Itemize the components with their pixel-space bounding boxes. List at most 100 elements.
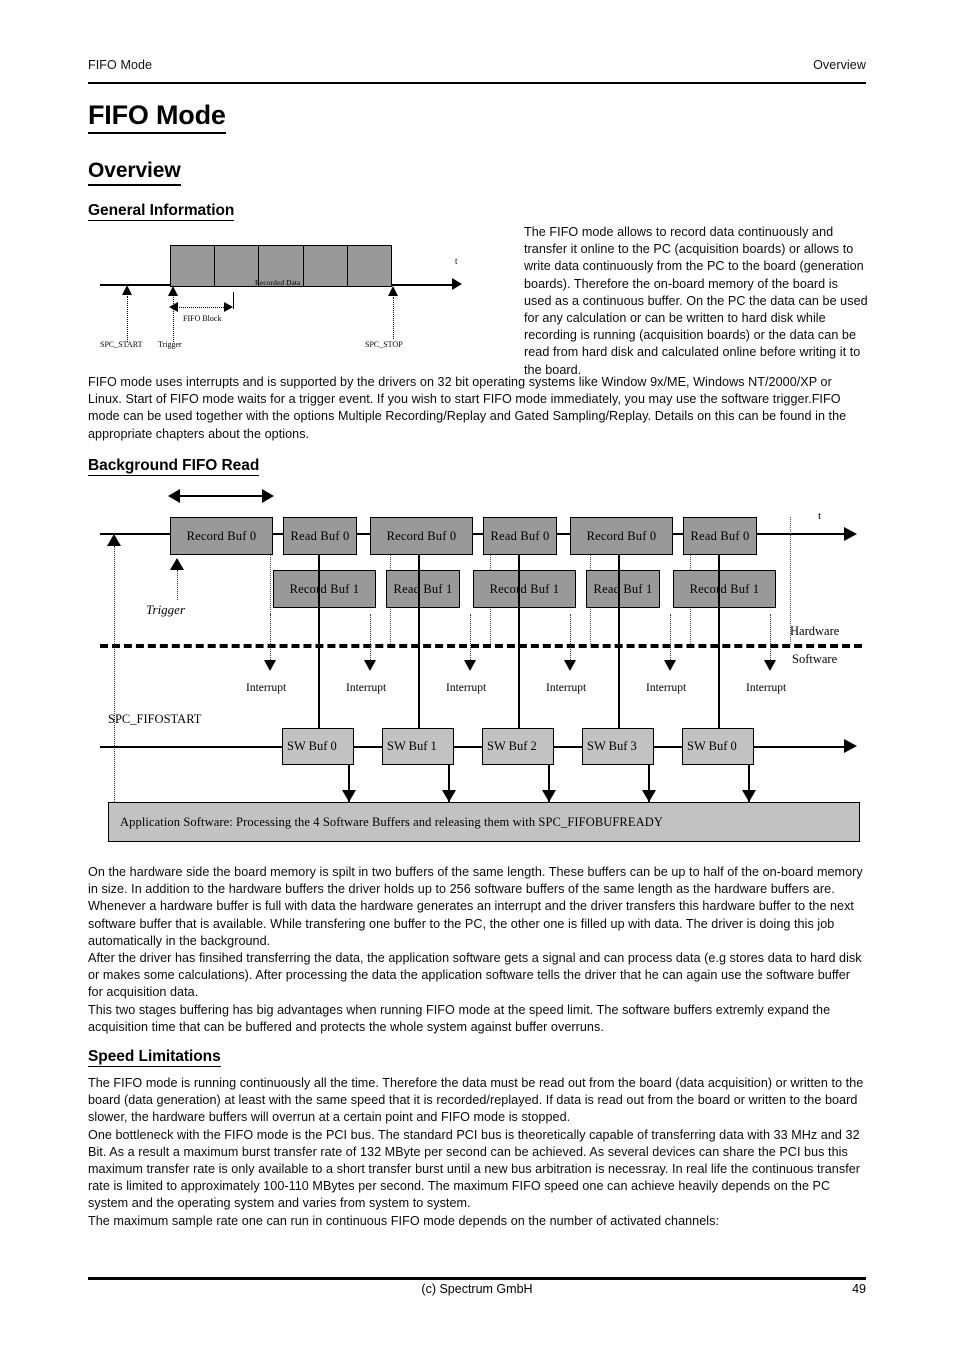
block-cell [215, 246, 260, 286]
interrupt-leader [370, 614, 371, 664]
footer-page-number: 49 [852, 1282, 866, 1296]
subsection-background-fifo-read: Background FIFO Read [88, 457, 260, 476]
paragraph-line: This two stages buffering has big advant… [88, 1002, 831, 1034]
hw-buffer-box: Record Buf 1 [673, 570, 776, 608]
interrupt-label: Interrupt [346, 682, 387, 694]
page-title: FIFO Mode [88, 100, 226, 135]
trigger-leader [176, 570, 178, 600]
app-arrowhead-icon [341, 790, 356, 802]
intro-paragraph: The FIFO mode allows to record data cont… [524, 225, 868, 377]
interrupt-label: Interrupt [546, 682, 587, 694]
running-head-right: Overview [813, 58, 866, 72]
spc-start-arrow-icon [122, 285, 132, 295]
hw-to-sw-transfer-line [518, 555, 520, 752]
spc-stop-arrow-icon [388, 286, 398, 296]
hw-buffer-box: Read Buf 1 [386, 570, 460, 608]
interrupt-arrowhead-icon [464, 660, 476, 671]
hw-buffer-box: Read Buf 0 [683, 517, 757, 555]
hw-to-sw-transfer-line [318, 555, 320, 752]
block-cell [171, 246, 216, 286]
application-software-bar: Application Software: Processing the 4 S… [108, 802, 860, 842]
running-head-left: FIFO Mode [88, 58, 153, 72]
running-head: FIFO Mode Overview [88, 58, 866, 72]
interrupt-arrowhead-icon [764, 660, 776, 671]
hw-buffer-box: Record Buf 1 [473, 570, 576, 608]
hw-buffer-box: Read Buf 0 [483, 517, 557, 555]
block-cell [348, 246, 391, 286]
fifo-block-label: FIFO Block [183, 314, 222, 323]
hw-axis-start-leader [113, 546, 115, 816]
interrupt-leader [770, 614, 771, 664]
diagram-background-fifo-read: t Trigger Record Buf 0 Read Buf 0 Record… [100, 484, 862, 850]
trigger-label: Trigger [146, 602, 186, 617]
buffer-length-arrow-right-icon [262, 489, 274, 503]
speed-limitations-paragraph: The FIFO mode is running continuously al… [88, 1075, 868, 1230]
interrupt-leader [470, 614, 471, 664]
trigger-arrow-icon [170, 558, 184, 570]
interrupt-arrowhead-icon [364, 660, 376, 671]
hw-to-sw-transfer-line [618, 555, 620, 752]
buffer-length-measure-line [178, 495, 266, 498]
subsection-speed-limitations: Speed Limitations [88, 1048, 221, 1067]
hw-buffer-box: Record Buf 1 [273, 570, 376, 608]
hw-to-sw-transfer-line [718, 555, 720, 752]
sw-buffer-box: SW Buf 1 [382, 728, 454, 765]
spc-start-leader [127, 296, 128, 342]
paragraph-line: The FIFO mode is running continuously al… [88, 1076, 864, 1125]
interrupt-arrowhead-icon [664, 660, 676, 671]
diagram-general-information: t Recorded Data SPC_START Trigger FIFO B… [100, 228, 490, 350]
interrupt-label: Interrupt [246, 682, 287, 694]
hw-buffer-box: Record Buf 0 [370, 517, 473, 555]
trigger-arrow-icon [168, 286, 178, 296]
spc-start-label: SPC_START [100, 340, 143, 349]
fifo-block-measure-line [173, 307, 228, 308]
fifostart-label: SPC_FIFOSTART [108, 712, 202, 726]
interrupt-label: Interrupt [446, 682, 487, 694]
software-label: Software [792, 652, 838, 666]
software-time-axis-arrowhead-icon [844, 739, 857, 753]
time-axis-arrowhead-icon [452, 278, 462, 290]
document-page: FIFO Mode Overview FIFO Mode Overview Ge… [0, 0, 954, 1351]
spc-stop-label: SPC_STOP [365, 340, 403, 349]
subsection-general-information: General Information [88, 202, 235, 221]
interrupt-arrowhead-icon [264, 660, 276, 671]
hw-axis-start-arrow-icon [107, 534, 121, 546]
sw-buffer-box: SW Buf 0 [282, 728, 354, 765]
app-arrowhead-icon [741, 790, 756, 802]
spc-stop-leader [393, 297, 394, 339]
fifo-block-arrow-right-icon [224, 301, 233, 312]
header-rule [88, 82, 866, 84]
hardware-software-divider [100, 644, 862, 648]
interrupt-leader [670, 614, 671, 664]
paragraph-line: On the hardware side the board memory is… [88, 865, 863, 948]
interrupt-arrowhead-icon [564, 660, 576, 671]
section-title-overview: Overview [88, 159, 181, 187]
buffer-length-arrow-left-icon [168, 489, 180, 503]
interrupt-leader [270, 614, 271, 664]
footer-copyright: (c) Spectrum GmbH [421, 1282, 533, 1296]
hw-buffer-box: Read Buf 1 [586, 570, 660, 608]
recorded-data-label: Recorded Data [255, 278, 301, 287]
paragraph-line: One bottleneck with the FIFO mode is the… [88, 1127, 861, 1211]
trigger-label: Trigger [158, 340, 182, 349]
hardware-label: Hardware [790, 624, 840, 638]
sw-buffer-box: SW Buf 0 [682, 728, 754, 765]
fifo-modes-paragraph: FIFO mode uses interrupts and is support… [88, 375, 847, 441]
fifo-block-arrow-left-icon [169, 301, 178, 312]
hw-buffer-box: Record Buf 0 [570, 517, 673, 555]
interrupt-leader [570, 614, 571, 664]
app-arrowhead-icon [541, 790, 556, 802]
hw-buffer-box: Record Buf 0 [170, 517, 273, 555]
hardware-time-axis-label: t [818, 510, 822, 522]
hardware-side-paragraph: On the hardware side the board memory is… [88, 864, 868, 1036]
interrupt-label: Interrupt [746, 682, 787, 694]
fifo-block-tick [233, 292, 234, 309]
hw-buffer-box: Read Buf 0 [283, 517, 357, 555]
sw-buffer-box: SW Buf 2 [482, 728, 554, 765]
app-arrowhead-icon [441, 790, 456, 802]
app-arrowhead-icon [641, 790, 656, 802]
hw-to-sw-transfer-line [418, 555, 420, 752]
block-cell [304, 246, 348, 286]
footer: (c) Spectrum GmbH 49 [88, 1282, 866, 1302]
paragraph-line: After the driver has finsihed transferri… [88, 951, 862, 1000]
